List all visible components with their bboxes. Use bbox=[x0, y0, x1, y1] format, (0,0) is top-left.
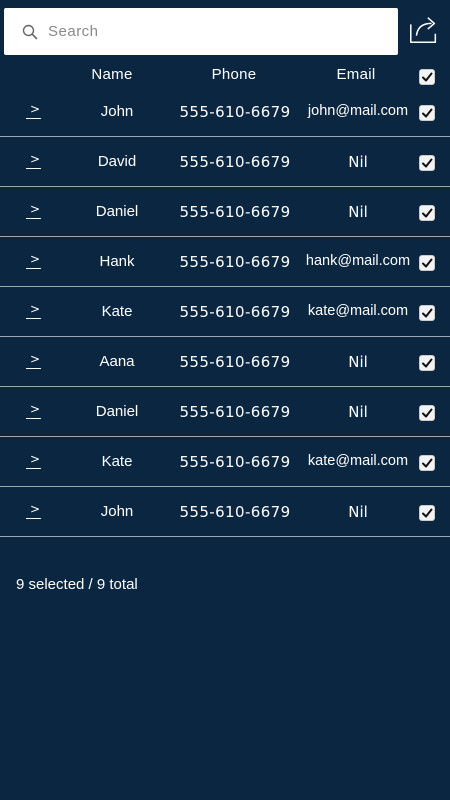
column-header-name: Name bbox=[91, 66, 133, 83]
expand-row-button[interactable]: > bbox=[26, 453, 42, 473]
chevron-right-icon: > bbox=[30, 102, 41, 116]
chevron-right-icon: > bbox=[30, 502, 41, 516]
expand-row-button[interactable]: > bbox=[26, 103, 42, 123]
contact-name: John bbox=[100, 503, 134, 520]
row-checkbox[interactable] bbox=[420, 156, 434, 170]
expand-row-button[interactable]: > bbox=[26, 253, 42, 273]
row-checkbox[interactable] bbox=[420, 456, 434, 470]
contact-name: Daniel bbox=[95, 403, 139, 420]
expand-row-button[interactable]: > bbox=[26, 303, 42, 323]
contact-email: hank@mail.com bbox=[305, 253, 411, 269]
expand-row-button[interactable]: > bbox=[26, 153, 42, 173]
expand-row-button[interactable]: > bbox=[26, 503, 42, 523]
contact-email: Nil bbox=[348, 403, 368, 421]
expand-row-button[interactable]: > bbox=[26, 203, 42, 223]
checkmark-icon bbox=[422, 108, 433, 118]
column-header-phone: Phone bbox=[211, 66, 257, 83]
table-row[interactable]: > Kate 555-610-6679 kate@mail.com bbox=[0, 437, 450, 487]
share-button[interactable] bbox=[406, 14, 442, 50]
row-checkbox[interactable] bbox=[420, 256, 434, 270]
search-icon bbox=[22, 24, 38, 40]
contact-phone: 555-610-6679 bbox=[179, 253, 291, 271]
expand-row-button[interactable]: > bbox=[26, 403, 42, 423]
chevron-right-icon: > bbox=[30, 202, 41, 216]
checkmark-icon bbox=[422, 508, 433, 518]
chevron-right-icon: > bbox=[30, 452, 41, 466]
checkmark-icon bbox=[422, 208, 433, 218]
table-row[interactable]: > Aana 555-610-6679 Nil bbox=[0, 337, 450, 387]
row-checkbox[interactable] bbox=[420, 206, 434, 220]
chevron-right-icon: > bbox=[30, 152, 41, 166]
table-row[interactable]: > Daniel 555-610-6679 Nil bbox=[0, 387, 450, 437]
contact-phone: 555-610-6679 bbox=[179, 203, 291, 221]
contact-email: kate@mail.com bbox=[307, 303, 409, 319]
chevron-right-icon: > bbox=[30, 352, 41, 366]
column-header-email: Email bbox=[336, 66, 376, 83]
search-input[interactable] bbox=[48, 23, 368, 40]
contact-phone: 555-610-6679 bbox=[179, 303, 291, 321]
contact-name: Hank bbox=[99, 253, 135, 270]
table-row[interactable]: > John 555-610-6679 Nil bbox=[0, 487, 450, 537]
expand-row-button[interactable]: > bbox=[26, 353, 42, 373]
checkmark-icon bbox=[422, 408, 433, 418]
row-checkbox[interactable] bbox=[420, 356, 434, 370]
selection-summary: 9 selected / 9 total bbox=[16, 576, 138, 593]
contact-phone: 555-610-6679 bbox=[179, 153, 291, 171]
contact-phone: 555-610-6679 bbox=[179, 453, 291, 471]
contact-email: john@mail.com bbox=[307, 103, 409, 119]
checkmark-icon bbox=[422, 358, 433, 368]
contact-email: Nil bbox=[348, 153, 368, 171]
row-checkbox[interactable] bbox=[420, 306, 434, 320]
search-bar[interactable] bbox=[4, 8, 398, 55]
contact-name: John bbox=[100, 103, 134, 120]
chevron-right-icon: > bbox=[30, 302, 41, 316]
contact-name: Aana bbox=[99, 353, 135, 370]
contact-phone: 555-610-6679 bbox=[179, 503, 291, 521]
table-row[interactable]: > Hank 555-610-6679 hank@mail.com bbox=[0, 237, 450, 287]
select-all-checkbox[interactable] bbox=[420, 70, 434, 84]
contact-name: David bbox=[97, 153, 137, 170]
table-row[interactable]: > John 555-610-6679 john@mail.com bbox=[0, 87, 450, 137]
row-checkbox[interactable] bbox=[420, 106, 434, 120]
checkmark-icon bbox=[422, 158, 433, 168]
table-row[interactable]: > David 555-610-6679 Nil bbox=[0, 137, 450, 187]
contact-name: Kate bbox=[101, 453, 133, 470]
chevron-right-icon: > bbox=[30, 402, 41, 416]
contact-name: Kate bbox=[101, 303, 133, 320]
contact-phone: 555-610-6679 bbox=[179, 353, 291, 371]
contact-email: Nil bbox=[348, 353, 368, 371]
row-checkbox[interactable] bbox=[420, 406, 434, 420]
checkmark-icon bbox=[422, 308, 433, 318]
table-header: Name Phone Email bbox=[0, 62, 450, 90]
table-row[interactable]: > Daniel 555-610-6679 Nil bbox=[0, 187, 450, 237]
checkmark-icon bbox=[422, 458, 433, 468]
share-icon bbox=[407, 13, 441, 52]
contact-table: > John 555-610-6679 john@mail.com > Davi… bbox=[0, 87, 450, 537]
chevron-right-icon: > bbox=[30, 252, 41, 266]
contact-name: Daniel bbox=[95, 203, 139, 220]
checkmark-icon bbox=[422, 72, 433, 82]
table-row[interactable]: > Kate 555-610-6679 kate@mail.com bbox=[0, 287, 450, 337]
row-checkbox[interactable] bbox=[420, 506, 434, 520]
contact-email: kate@mail.com bbox=[307, 453, 409, 469]
contact-phone: 555-610-6679 bbox=[179, 403, 291, 421]
contact-phone: 555-610-6679 bbox=[179, 103, 291, 121]
checkmark-icon bbox=[422, 258, 433, 268]
contact-email: Nil bbox=[348, 503, 368, 521]
contact-email: Nil bbox=[348, 203, 368, 221]
